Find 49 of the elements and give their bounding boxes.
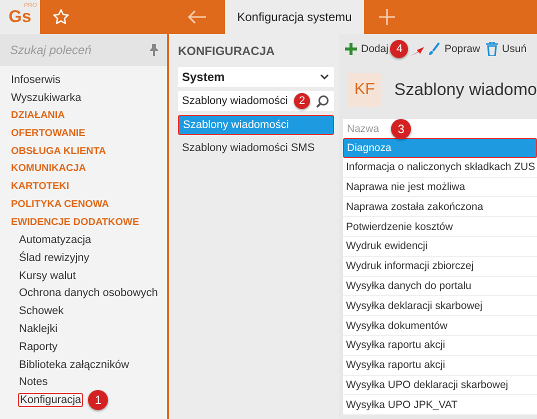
nav-item[interactable]: Konfiguracja	[18, 393, 84, 408]
table-row[interactable]: Wydruk informacji zbiorczej	[343, 256, 537, 277]
nav-item[interactable]: Wyszukiwarka	[10, 92, 82, 104]
table-row[interactable]: Naprawa nie jest możliwa	[343, 178, 537, 198]
star-icon[interactable]	[52, 8, 70, 26]
search-field[interactable]: Szablony wiadomości 2	[178, 91, 334, 111]
nav-item[interactable]: Naklejki	[18, 323, 59, 336]
chevron-down-icon	[320, 74, 329, 80]
active-tab[interactable]: Konfiguracja systemu	[225, 0, 364, 34]
nav-item[interactable]: Ochrona danych osobowych	[18, 287, 159, 300]
table-row[interactable]: Potwierdzenie kosztów	[343, 217, 537, 237]
section-heading: KONFIGURACJA	[178, 44, 276, 58]
nav-item[interactable]: Automatyzacja	[18, 234, 92, 246]
callout-badge: 2	[294, 93, 310, 109]
toolbar-button[interactable]: Dodaj	[343, 43, 390, 55]
callout-badge: 4	[390, 40, 408, 58]
table-row[interactable]: Wysyłka danych do portalu	[343, 276, 537, 296]
category-dropdown[interactable]: System	[178, 67, 334, 87]
table-row[interactable]: Wysyłka dokumentów	[343, 316, 537, 336]
pin-icon[interactable]	[149, 44, 159, 56]
back-arrow-icon[interactable]	[187, 10, 207, 24]
table-row[interactable]: Wysyłka raportu akcji	[343, 336, 537, 356]
list-item[interactable]: Szablony wiadomości SMS	[178, 139, 334, 157]
plus-icon	[345, 43, 357, 55]
table-row[interactable]: Naprawa została zakończona	[343, 197, 537, 218]
nav-item[interactable]: Infoserwis	[10, 74, 62, 86]
table-row[interactable]: Wysyłka deklaracji skarbowej	[343, 296, 537, 316]
trash-icon	[486, 42, 498, 56]
table-row[interactable]: Wysyłka UPO JPK_VAT	[343, 395, 537, 416]
nav-item[interactable]: Kursy walut	[18, 270, 77, 282]
nav-item[interactable]: Schowek	[18, 305, 65, 318]
nav-item[interactable]: Raporty	[18, 340, 59, 353]
callout-badge: 3	[391, 118, 412, 138]
toolbar-button[interactable]: Popraw	[426, 42, 482, 56]
callout-badge: 1	[88, 390, 108, 410]
toolbar-button[interactable]: Usuń	[484, 42, 529, 56]
table-row[interactable]: Informacja o naliczonych składkach ZUS	[343, 158, 537, 178]
nav-item[interactable]: Biblioteka załączników	[18, 358, 130, 371]
nav-item[interactable]: Ślad rewizyjny	[18, 252, 90, 264]
search-icon	[316, 94, 329, 108]
table-row[interactable]: Wydruk ewidencji	[343, 236, 537, 257]
avatar: KF	[347, 73, 382, 107]
plus-icon[interactable]	[379, 9, 395, 25]
table-row[interactable]: Wysyłka UPO deklaracji skarbowej	[343, 376, 537, 396]
table-row[interactable]: Wysyłka raportu akcji	[343, 356, 537, 376]
nav-item[interactable]: Notes	[18, 376, 49, 388]
page-title: Szablony wiadomo	[394, 80, 537, 100]
brush-icon	[428, 42, 440, 56]
callout-arrow	[410, 47, 424, 57]
